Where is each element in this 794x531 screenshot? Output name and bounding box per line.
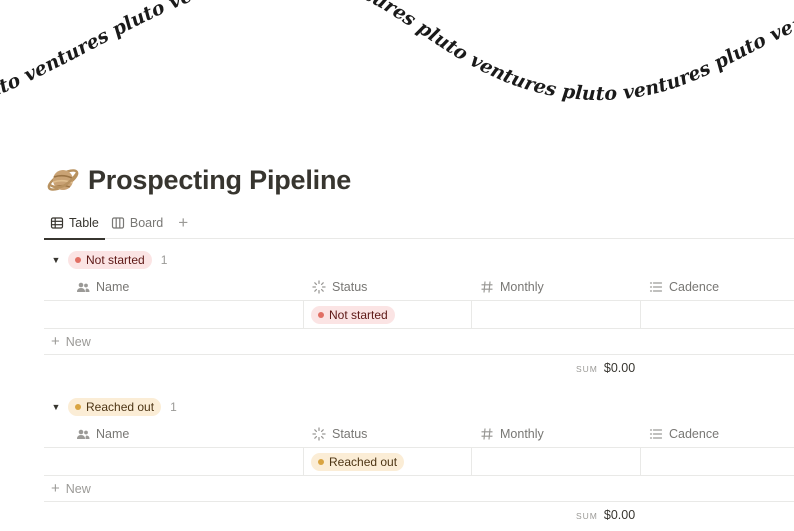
tab-board-label: Board bbox=[129, 216, 164, 230]
cell-name[interactable] bbox=[44, 448, 304, 475]
cell-cadence[interactable] bbox=[641, 448, 794, 475]
column-header-name[interactable]: Name bbox=[44, 420, 304, 447]
page-title[interactable]: Prospecting Pipeline bbox=[88, 165, 351, 196]
plus-icon: + bbox=[51, 480, 60, 497]
status-dot-icon bbox=[318, 311, 324, 318]
column-header-status[interactable]: Status bbox=[304, 273, 472, 300]
column-header-name[interactable]: Name bbox=[44, 273, 304, 300]
column-header-cadence[interactable]: Cadence bbox=[641, 420, 794, 447]
cell-monthly[interactable] bbox=[472, 301, 641, 328]
column-header-label: Name bbox=[96, 426, 130, 441]
new-row-label: New bbox=[65, 334, 91, 349]
group-reached-out: ▼ Reached out 1 Name Status Monthly Cade… bbox=[44, 394, 794, 528]
column-header-label: Cadence bbox=[669, 426, 720, 441]
group-not-started: ▼ Not started 1 Name Status Monthly Cade… bbox=[44, 247, 794, 381]
status-dot-icon bbox=[75, 404, 81, 410]
add-view-button[interactable]: + bbox=[173, 213, 193, 233]
add-new-row-button[interactable]: + New bbox=[44, 329, 794, 355]
new-row-label: New bbox=[65, 481, 91, 496]
status-dot-icon bbox=[318, 458, 324, 465]
cell-status[interactable]: Not started bbox=[304, 301, 472, 328]
group-status-pill[interactable]: Reached out bbox=[68, 398, 162, 416]
column-header-label: Monthly bbox=[500, 426, 544, 441]
plus-icon: + bbox=[51, 333, 60, 350]
group-header: ▼ Not started 1 bbox=[44, 247, 794, 273]
collapse-toggle-icon[interactable]: ▼ bbox=[46, 250, 66, 270]
tab-table-label: Table bbox=[69, 216, 99, 230]
calc-label: SUM bbox=[576, 364, 598, 374]
column-header-monthly[interactable]: Monthly bbox=[472, 420, 641, 447]
calc-value: $0.00 bbox=[603, 361, 636, 375]
group-count: 1 bbox=[170, 400, 177, 414]
cell-monthly[interactable] bbox=[472, 448, 641, 475]
status-pill-label: Not started bbox=[329, 307, 388, 322]
cell-cadence[interactable] bbox=[641, 301, 794, 328]
group-label: Not started bbox=[86, 253, 145, 267]
people-icon bbox=[77, 282, 90, 292]
table-header-row: Name Status Monthly Cadence bbox=[44, 420, 794, 448]
list-icon bbox=[649, 428, 663, 439]
column-header-label: Status bbox=[332, 279, 368, 294]
calculation-row: SUM $0.00 bbox=[44, 355, 794, 381]
ringed-planet-icon[interactable] bbox=[46, 163, 80, 197]
column-header-status[interactable]: Status bbox=[304, 420, 472, 447]
cover-text: pluto ventures pluto ventures pluto vent… bbox=[0, 0, 794, 110]
table-icon bbox=[50, 217, 64, 229]
hash-icon bbox=[481, 280, 493, 293]
sum-calculation[interactable]: SUM $0.00 bbox=[576, 508, 635, 522]
calc-label: SUM bbox=[576, 511, 598, 521]
calc-value: $0.00 bbox=[603, 508, 636, 522]
add-new-row-button[interactable]: + New bbox=[44, 476, 794, 502]
view-tabs: Table Board + bbox=[44, 208, 794, 240]
column-header-label: Monthly bbox=[500, 279, 544, 294]
column-header-label: Name bbox=[96, 279, 130, 294]
status-spinner-icon bbox=[312, 426, 326, 441]
table-header-row: Name Status Monthly Cadence bbox=[44, 273, 794, 301]
column-header-cadence[interactable]: Cadence bbox=[641, 273, 794, 300]
table-row: Not started bbox=[44, 301, 794, 329]
tab-board[interactable]: Board bbox=[105, 208, 169, 239]
group-count: 1 bbox=[160, 253, 168, 267]
status-spinner-icon bbox=[312, 279, 326, 294]
sum-calculation[interactable]: SUM $0.00 bbox=[576, 361, 635, 375]
cell-status[interactable]: Reached out bbox=[304, 448, 472, 475]
group-label: Reached out bbox=[86, 400, 155, 414]
calculation-row: SUM $0.00 bbox=[44, 502, 794, 528]
status-pill: Not started bbox=[311, 305, 395, 324]
group-header: ▼ Reached out 1 bbox=[44, 394, 794, 420]
status-pill-label: Reached out bbox=[329, 454, 398, 469]
list-icon bbox=[649, 281, 663, 292]
page-cover-image: pluto ventures pluto ventures pluto vent… bbox=[0, 0, 794, 140]
cell-name[interactable] bbox=[44, 301, 304, 328]
cover-wave-art: pluto ventures pluto ventures pluto vent… bbox=[0, 0, 794, 110]
column-header-monthly[interactable]: Monthly bbox=[472, 273, 641, 300]
board-icon bbox=[111, 217, 124, 229]
column-header-label: Cadence bbox=[669, 279, 720, 294]
group-status-pill[interactable]: Not started bbox=[68, 251, 152, 269]
column-header-label: Status bbox=[332, 426, 368, 441]
collapse-toggle-icon[interactable]: ▼ bbox=[46, 397, 66, 417]
tab-table[interactable]: Table bbox=[44, 208, 105, 240]
status-pill: Reached out bbox=[311, 452, 405, 471]
hash-icon bbox=[481, 427, 493, 440]
page-header: Prospecting Pipeline bbox=[46, 158, 351, 202]
people-icon bbox=[77, 429, 90, 439]
status-dot-icon bbox=[75, 257, 81, 263]
table-row: Reached out bbox=[44, 448, 794, 476]
